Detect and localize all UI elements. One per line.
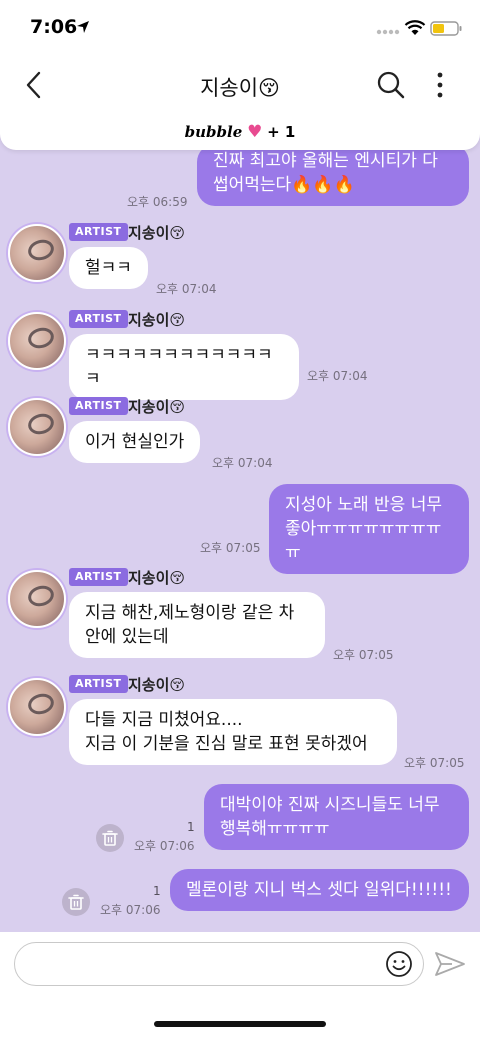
bubble-count: + 1 — [267, 123, 296, 141]
chat-area[interactable]: bubble ♥ + 1 진짜 최고야 올해는 엔시티가 다 썹어먹는다🔥🔥🔥 … — [0, 116, 480, 932]
avatar[interactable] — [8, 570, 66, 628]
artist-badge: ARTIST — [69, 675, 128, 693]
input-bar — [0, 932, 480, 1039]
status-bar: 7:06 — [0, 0, 480, 56]
delete-button[interactable] — [96, 824, 124, 852]
heart-icon: ♥ — [247, 122, 263, 142]
unread-count: 1 — [187, 820, 195, 834]
send-icon[interactable] — [434, 950, 466, 978]
artist-message-bubble[interactable]: 이거 현실인가 — [69, 421, 201, 463]
trash-icon — [68, 894, 84, 910]
status-time: 7:06 — [30, 16, 78, 38]
my-message-bubble[interactable]: 진짜 최고야 올해는 엔시티가 다 썹어먹는다🔥🔥🔥 — [197, 144, 469, 206]
avatar[interactable] — [8, 224, 66, 282]
sender-name: 지송이😚 — [128, 224, 186, 242]
smile-icon[interactable] — [385, 950, 413, 978]
artist-badge: ARTIST — [69, 568, 128, 586]
unread-count: 1 — [153, 884, 161, 898]
signal-icon — [376, 29, 400, 35]
my-message-bubble[interactable]: 대박이야 진짜 시즈니들도 너무 행복해ㅠㅠㅠㅠ — [204, 784, 469, 850]
home-indicator[interactable] — [154, 1021, 326, 1027]
message-input[interactable] — [31, 943, 361, 983]
avatar[interactable] — [8, 398, 66, 456]
delete-button[interactable] — [62, 888, 90, 916]
message-time: 오후 07:04 — [212, 456, 273, 470]
bubble-banner[interactable]: bubble ♥ + 1 — [0, 116, 480, 150]
trash-icon — [102, 830, 118, 846]
bubble-word: bubble — [184, 123, 243, 141]
message-time: 오후 07:06 — [100, 903, 161, 917]
battery-icon — [430, 21, 462, 36]
sender-name: 지송이😚 — [128, 569, 186, 587]
message-time: 오후 07:06 — [134, 839, 195, 853]
artist-message-bubble[interactable]: 헐ㅋㅋ — [69, 247, 148, 289]
sender-name: 지송이😚 — [128, 311, 186, 329]
chat-header: 지송이😚 — [0, 56, 480, 116]
artist-message-bubble[interactable]: 지금 해찬,제노형이랑 같은 차 안에 있는데 — [69, 592, 325, 658]
message-time: 오후 06:59 — [127, 195, 188, 209]
more-icon[interactable] — [430, 70, 450, 100]
my-message-bubble[interactable]: 지성아 노래 반응 너무 좋아ㅠㅠㅠㅠㅠㅠㅠㅠㅠ — [269, 484, 469, 574]
message-input-box[interactable] — [14, 942, 424, 986]
message-time: 오후 07:05 — [333, 648, 394, 662]
message-time: 오후 07:05 — [404, 756, 465, 770]
artist-badge: ARTIST — [69, 310, 128, 328]
search-icon[interactable] — [376, 70, 406, 100]
location-arrow-icon — [77, 21, 89, 33]
sender-name: 지송이😚 — [128, 676, 186, 694]
message-time: 오후 07:04 — [156, 282, 217, 296]
artist-badge: ARTIST — [69, 223, 128, 241]
wifi-icon — [404, 20, 426, 35]
page-title: 지송이😚 — [200, 76, 280, 100]
artist-badge: ARTIST — [69, 397, 128, 415]
message-time: 오후 07:04 — [307, 369, 368, 383]
artist-message-bubble[interactable]: ㅋㅋㅋㅋㅋㅋㅋㅋㅋㅋㅋㅋㅋ — [69, 334, 299, 400]
avatar[interactable] — [8, 312, 66, 370]
my-message-bubble[interactable]: 멜론이랑 지니 벅스 셋다 일위다!!!!!! — [170, 869, 469, 911]
sender-name: 지송이😚 — [128, 398, 186, 416]
artist-message-bubble[interactable]: 다들 지금 미쳤어요.... 지금 이 기분을 진심 말로 표현 못하겠어 — [69, 699, 397, 765]
message-time: 오후 07:05 — [200, 541, 261, 555]
avatar[interactable] — [8, 678, 66, 736]
